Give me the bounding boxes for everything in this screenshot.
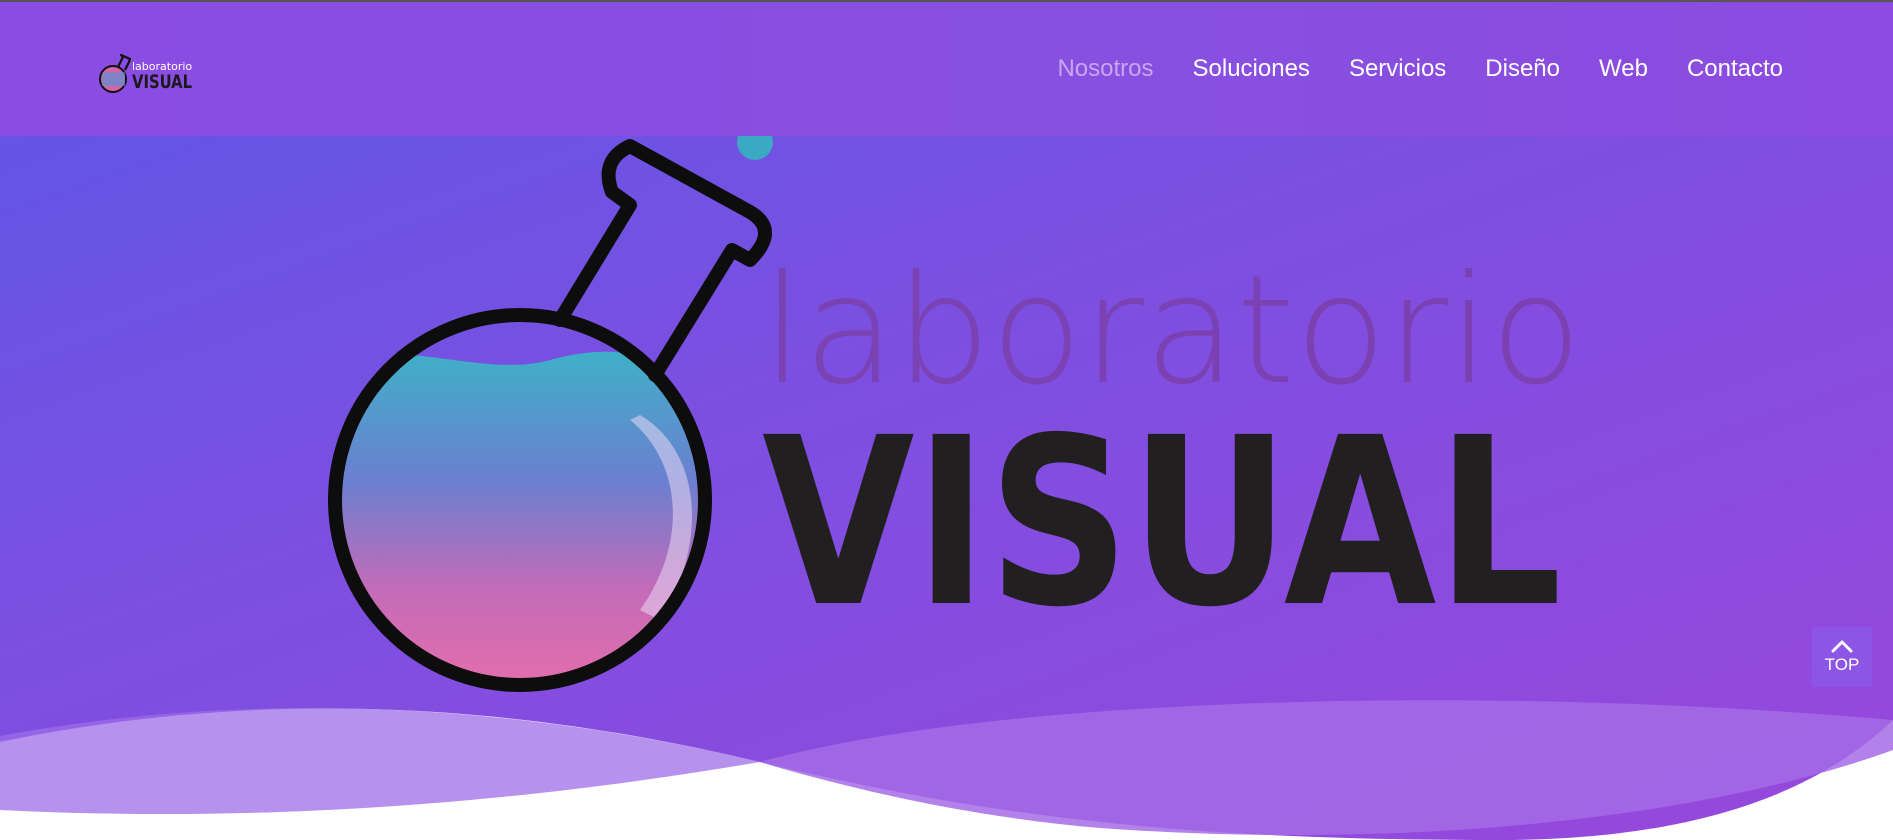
nav-link-diseno[interactable]: Diseño <box>1485 55 1560 83</box>
back-to-top-button[interactable]: TOP <box>1812 627 1872 687</box>
chevron-up-icon <box>1831 640 1853 653</box>
site-logo[interactable]: laboratorio VISUAL <box>96 46 196 96</box>
nav-link-soluciones[interactable]: Soluciones <box>1193 55 1310 83</box>
hero-logo: laboratorio VISUAL <box>328 124 1582 692</box>
nav-link-contacto[interactable]: Contacto <box>1687 55 1783 83</box>
site-logo-big-word: VISUAL <box>132 71 192 93</box>
hero-logo-big-word: VISUAL <box>762 388 1562 658</box>
main-menu: Nosotros Soluciones Servicios Diseño Web… <box>1057 2 1893 136</box>
hero-section: laboratorio VISUAL laboratorio VISUAL No… <box>0 0 1893 840</box>
nav-link-servicios[interactable]: Servicios <box>1349 55 1446 83</box>
nav-link-nosotros[interactable]: Nosotros <box>1057 55 1153 83</box>
top-navbar: laboratorio VISUAL Nosotros Soluciones S… <box>0 2 1893 136</box>
wave-divider <box>0 700 1893 840</box>
back-to-top-label: TOP <box>1824 655 1860 674</box>
nav-link-web[interactable]: Web <box>1599 55 1648 83</box>
